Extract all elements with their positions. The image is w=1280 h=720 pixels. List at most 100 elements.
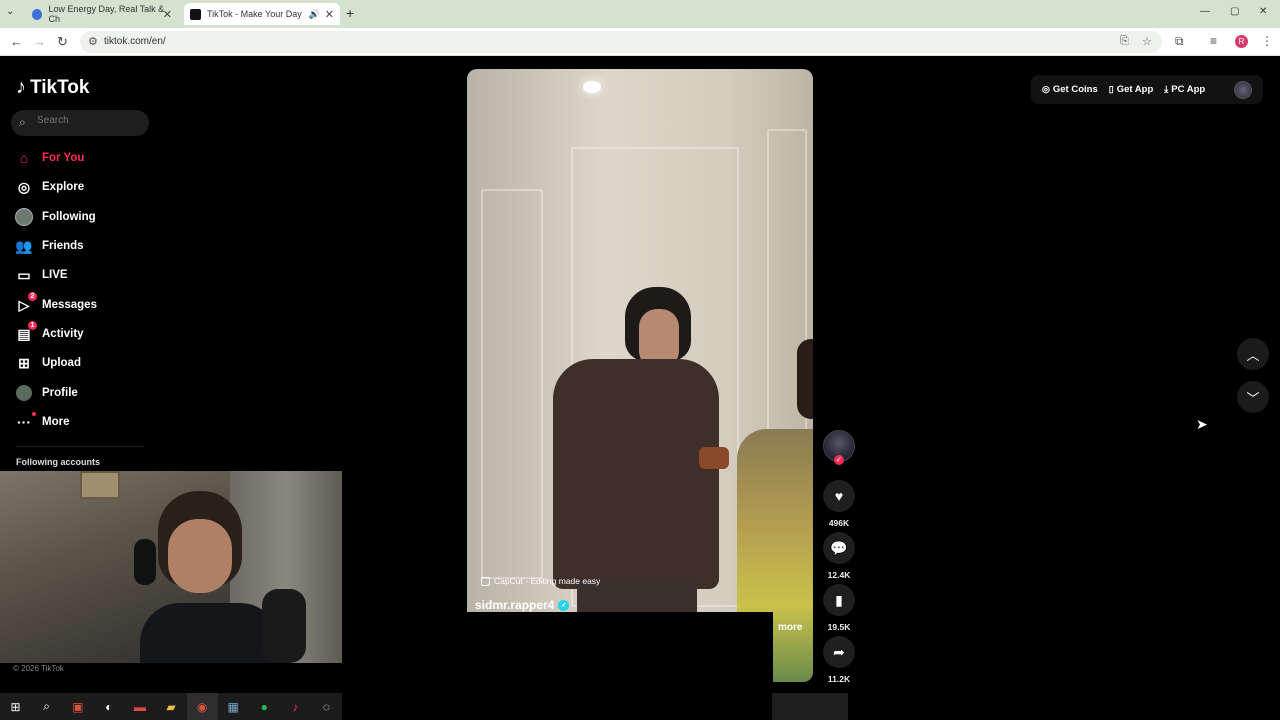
caption-overlay bbox=[467, 612, 773, 720]
speaker-icon[interactable]: 🔊 bbox=[309, 9, 320, 20]
webcam-overlay bbox=[0, 471, 342, 663]
streamer-figure bbox=[134, 491, 280, 663]
sidebar-item-profile[interactable]: Profile bbox=[14, 381, 144, 405]
sidebar-item-live[interactable]: ▭ LIVE bbox=[14, 263, 144, 287]
app-icon[interactable]: ▣ bbox=[62, 693, 93, 720]
heart-icon[interactable]: ♥ bbox=[823, 480, 855, 512]
comment-count: 12.4K bbox=[827, 570, 851, 580]
browser-tab-2[interactable]: TikTok - Make Your Day 🔊 ✕ bbox=[184, 3, 340, 25]
sidebar-item-label: Upload bbox=[42, 357, 81, 369]
sidebar-item-activity[interactable]: ▤ 1 Activity bbox=[14, 321, 144, 346]
bookmark-star-icon[interactable]: ☆ bbox=[1142, 35, 1152, 48]
live-icon: ▭ bbox=[17, 266, 31, 283]
url-text[interactable]: tiktok.com/en/ bbox=[104, 36, 166, 47]
chevron-down-icon: ﹀ bbox=[1246, 390, 1260, 406]
microphone bbox=[262, 589, 306, 663]
sidebar-item-label: Following bbox=[42, 211, 96, 223]
app-icon[interactable]: ▬ bbox=[124, 693, 155, 720]
reload-button[interactable]: ↻ bbox=[57, 34, 68, 50]
caption-more-link[interactable]: more bbox=[778, 622, 802, 633]
tiktok-note-icon: ♪ bbox=[16, 76, 26, 98]
messages-badge: 2 bbox=[28, 292, 37, 301]
sidebar-divider bbox=[16, 446, 144, 447]
search-box[interactable]: ⌕ bbox=[11, 110, 149, 136]
save-action[interactable]: ▮ 19.5K bbox=[823, 584, 855, 632]
like-count: 496K bbox=[828, 518, 850, 528]
follow-plus-icon[interactable]: ✓ bbox=[834, 455, 844, 465]
browser-profile-avatar[interactable]: R bbox=[1235, 35, 1248, 48]
tab-search-chevron-icon[interactable]: ⌄ bbox=[6, 6, 14, 17]
taskbar-fragment bbox=[772, 693, 848, 720]
browser-tab-1[interactable]: Low Energy Day, Real Talk & Ch ✕ bbox=[26, 3, 178, 25]
like-action[interactable]: ♥ 496K bbox=[823, 480, 855, 528]
sidebar-item-explore[interactable]: ◎ Explore bbox=[14, 175, 144, 199]
sidebar-item-label: Activity bbox=[42, 328, 84, 340]
tiktok-icon bbox=[190, 8, 201, 20]
close-icon[interactable]: ✕ bbox=[163, 8, 172, 21]
home-icon: ⌂ bbox=[19, 150, 29, 166]
maximize-button[interactable]: ▢ bbox=[1230, 6, 1239, 17]
comment-icon[interactable]: 💬 bbox=[823, 532, 855, 564]
video-player[interactable] bbox=[467, 69, 813, 682]
following-avatar-icon bbox=[14, 207, 34, 227]
video-username[interactable]: sidmr.rapper4 ✓ bbox=[475, 598, 570, 612]
previous-video-button[interactable]: ︿ bbox=[1237, 338, 1269, 370]
chevron-up-icon: ︿ bbox=[1246, 347, 1260, 363]
new-tab-button[interactable]: + bbox=[346, 5, 354, 21]
file-explorer-icon[interactable]: ▰ bbox=[155, 693, 186, 720]
menu-kebab-icon[interactable]: ⋮ bbox=[1261, 34, 1273, 48]
minimize-button[interactable]: — bbox=[1200, 6, 1210, 17]
get-app-button[interactable]: ▯ Get App bbox=[1109, 84, 1154, 95]
sidebar-item-following[interactable]: Following bbox=[14, 205, 144, 229]
calculator-icon[interactable]: ▦ bbox=[218, 693, 249, 720]
site-info-icon[interactable]: ⚙ bbox=[88, 35, 98, 48]
sidebar-item-messages[interactable]: ▷ 2 Messages bbox=[14, 292, 144, 317]
extensions-icon[interactable]: ⧉ bbox=[1175, 34, 1184, 49]
sidebar-item-label: More bbox=[42, 416, 70, 428]
get-coins-button[interactable]: ◎ Get Coins bbox=[1042, 84, 1098, 95]
tiktok-app-icon[interactable]: ♪ bbox=[280, 693, 311, 720]
username-text: sidmr.rapper4 bbox=[475, 598, 555, 612]
sidebar-item-label: LIVE bbox=[42, 269, 68, 281]
comment-action[interactable]: 💬 12.4K bbox=[823, 532, 855, 580]
share-action[interactable]: ➦ 11.2K bbox=[823, 636, 855, 684]
tiktok-logo[interactable]: ♪ TikTok bbox=[16, 76, 89, 99]
omnibox[interactable]: ⚙ tiktok.com/en/ ⎘ ☆ bbox=[80, 31, 1162, 53]
media-controls-icon[interactable]: ≡ bbox=[1210, 34, 1217, 48]
capcut-text: CapCut - Editing made easy bbox=[494, 576, 601, 586]
next-video-button[interactable]: ﹀ bbox=[1237, 381, 1269, 413]
user-avatar[interactable] bbox=[1234, 81, 1252, 99]
back-button[interactable]: ← bbox=[10, 34, 23, 49]
activity-icon: ▤ 1 bbox=[14, 321, 37, 344]
close-icon[interactable]: ✕ bbox=[325, 8, 334, 21]
browser-address-bar: ← → ↻ ⚙ tiktok.com/en/ ⎘ ☆ ⧉ ≡ ⋮ bbox=[0, 28, 1280, 56]
ceiling-light bbox=[583, 81, 601, 93]
pc-app-button[interactable]: ⤓ PC App bbox=[1164, 84, 1205, 95]
app-icon[interactable]: ◐ bbox=[93, 693, 124, 720]
sidebar-item-more[interactable]: ··· More bbox=[14, 410, 144, 434]
wall-panel bbox=[481, 189, 543, 579]
sidebar-item-friends[interactable]: 👥 Friends bbox=[14, 234, 144, 258]
spotify-icon[interactable]: ● bbox=[249, 693, 280, 720]
more-icon: ··· bbox=[14, 412, 36, 432]
reddit-icon bbox=[32, 8, 43, 20]
window-close-button[interactable]: ✕ bbox=[1259, 6, 1267, 17]
compass-icon: ◎ bbox=[17, 178, 31, 195]
windows-start-icon[interactable]: ⊞ bbox=[0, 693, 31, 720]
search-icon[interactable]: ⌕ bbox=[31, 693, 62, 720]
install-app-icon[interactable]: ⎘ bbox=[1120, 35, 1129, 48]
search-input[interactable] bbox=[37, 115, 137, 126]
bookmark-icon[interactable]: ▮ bbox=[823, 584, 855, 616]
app-icon[interactable]: ◌ bbox=[311, 693, 342, 720]
forward-button[interactable]: → bbox=[33, 34, 46, 49]
sidebar-item-label: Friends bbox=[42, 240, 84, 252]
share-icon[interactable]: ➦ bbox=[823, 636, 855, 668]
windows-taskbar: ⊞ ⌕ ▣ ◐ ▬ ▰ ◉ ▦ ● ♪ ◌ bbox=[0, 693, 342, 720]
sidebar-item-upload[interactable]: ⊞ Upload bbox=[14, 351, 144, 375]
chrome-icon[interactable]: ◉ bbox=[186, 693, 218, 720]
top-right-toolbar: ◎ Get Coins ▯ Get App ⤓ PC App bbox=[1031, 75, 1263, 104]
capcut-watermark[interactable]: CapCut - Editing made easy bbox=[481, 576, 600, 586]
browser-tab-bar: ⌄ Low Energy Day, Real Talk & Ch ✕ TikTo… bbox=[0, 0, 1280, 28]
sidebar-item-for-you[interactable]: ⌂ For You bbox=[14, 146, 144, 170]
sidebar-item-label: For You bbox=[42, 152, 85, 164]
